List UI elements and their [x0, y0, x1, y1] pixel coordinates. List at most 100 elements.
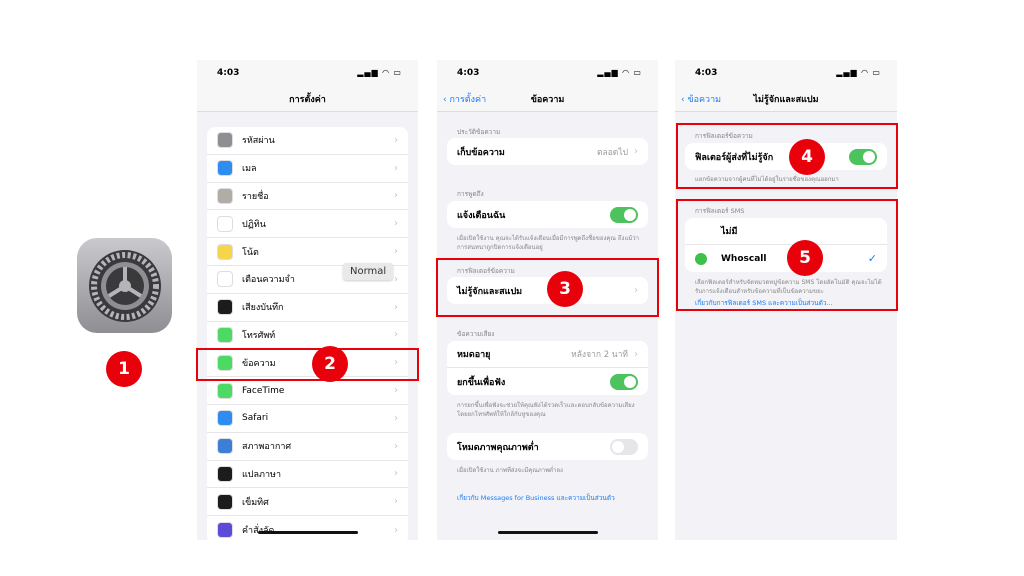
tooltip: Normal: [343, 263, 394, 280]
highlight-box-4: [676, 123, 898, 189]
signal-wifi-battery-icon: ▂▄▆ ◠ ▭: [357, 68, 402, 77]
reminders-icon: [217, 271, 233, 288]
section-footer: เมื่อเปิดใช้งาน คุณจะได้รับแจ้งเตือนเมื่…: [457, 235, 640, 251]
low-quality-toggle[interactable]: [610, 438, 638, 455]
signal-wifi-battery-icon: ▂▄▆ ◠ ▭: [836, 68, 881, 77]
settings-item[interactable]: เข็มทิศ ›: [207, 488, 408, 517]
settings-item-label: FaceTime: [242, 385, 285, 396]
notify-me-row: แจ้งเตือนฉัน: [447, 201, 648, 228]
row-label: ยกขึ้นเพื่อฟัง: [457, 377, 506, 388]
status-time: 4:03: [217, 68, 240, 78]
row-label: เก็บข้อความ: [457, 147, 505, 158]
settings-item-label: รายชื่อ: [242, 191, 269, 202]
signal-wifi-battery-icon: ▂▄▆ ◠ ▭: [597, 68, 642, 77]
settings-item-label: โน้ต: [242, 247, 259, 258]
settings-item-label: แปลภาษา: [242, 469, 282, 480]
settings-item[interactable]: โทรศัพท์ ›: [207, 322, 408, 350]
phone-icon: [217, 326, 233, 343]
settings-item[interactable]: คำสั่งลัด›: [207, 516, 408, 540]
section-label: ข้อความเสียง: [457, 330, 495, 338]
chevron-right-icon: ›: [394, 273, 398, 285]
keep-messages-row[interactable]: เก็บข้อความ ตลอดไป ›: [447, 138, 648, 165]
chevron-right-icon: ›: [394, 162, 398, 174]
step-badge-2: 2: [312, 346, 348, 382]
translate-icon: [217, 465, 233, 482]
notify-me-toggle[interactable]: [610, 206, 638, 223]
business-privacy-link[interactable]: เกี่ยวกับ Messages for Business และความเ…: [457, 493, 615, 503]
chevron-right-icon: ›: [394, 246, 398, 258]
page-title: ข้อความ: [530, 95, 565, 105]
calendar-icon: [217, 215, 233, 232]
home-indicator: [497, 531, 598, 534]
page-title: ไม่รู้จักและสแปม: [753, 95, 819, 105]
key-icon: [217, 132, 233, 149]
notes-icon: [217, 243, 233, 260]
facetime-icon: [217, 382, 233, 399]
status-time: 4:03: [695, 68, 718, 78]
chevron-right-icon: ›: [394, 496, 398, 508]
chevron-right-icon: ›: [394, 440, 398, 452]
chevron-right-icon: ›: [394, 412, 398, 424]
settings-item[interactable]: ปฏิทิน ›: [207, 210, 408, 239]
mail-icon: [217, 160, 233, 177]
settings-screen: การตั้งค่า 4:03 ▂▄▆ ◠ ▭ รหัสผ่าน › เมล › รายช…: [197, 60, 418, 540]
settings-item[interactable]: แปลภาษา ›: [207, 461, 408, 489]
status-time: 4:03: [457, 68, 480, 78]
home-indicator: [257, 531, 358, 534]
row-value: ตลอดไป: [596, 147, 628, 158]
chevron-right-icon: ›: [394, 329, 398, 341]
chevron-right-icon: ›: [394, 468, 398, 480]
settings-item-label: Safari: [242, 413, 269, 424]
raise-to-listen-toggle[interactable]: [610, 373, 638, 390]
page-title: การตั้งค่า: [289, 95, 326, 105]
settings-list: รหัสผ่าน › เมล › รายชื่อ › ปฏิทิน › โน้ต › เตือนคว…: [207, 127, 408, 540]
section-label: การพูดถึง: [457, 190, 484, 198]
chevron-right-icon: ›: [394, 218, 398, 230]
settings-item-label: โทรศัพท์: [242, 330, 276, 341]
settings-item-label: เข็มทิศ: [242, 497, 269, 508]
weather-icon: [217, 438, 233, 455]
expire-row[interactable]: หมดอายุ หลังจาก 2 นาที ›: [447, 341, 648, 368]
step-badge-3: 3: [547, 271, 583, 307]
row-label: หมดอายุ: [457, 350, 491, 360]
settings-item[interactable]: เมล ›: [207, 155, 408, 183]
step-badge-5: 5: [787, 240, 823, 276]
settings-app-icon[interactable]: [77, 238, 172, 333]
row-value: หลังจาก 2 นาที: [571, 350, 628, 360]
settings-item[interactable]: โน้ต ›: [207, 238, 408, 266]
compass-icon: [217, 493, 233, 510]
chevron-right-icon: ›: [634, 146, 638, 157]
step-badge-1: 1: [106, 351, 142, 387]
settings-item-label: ปฏิทิน: [242, 219, 266, 230]
settings-item[interactable]: สภาพอากาศ ›: [207, 433, 408, 461]
voice-memos-icon: [217, 299, 233, 316]
safari-icon: [217, 410, 233, 427]
settings-item-label: รหัสผ่าน: [242, 136, 275, 147]
chevron-right-icon: ›: [394, 524, 398, 536]
settings-item[interactable]: รายชื่อ ›: [207, 183, 408, 211]
status-bar: 4:03 ▂▄▆ ◠ ▭: [197, 68, 418, 82]
settings-item[interactable]: รหัสผ่าน ›: [207, 127, 408, 155]
settings-item-label: เมล: [242, 164, 257, 175]
status-bar: 4:03 ▂▄▆ ◠ ▭: [675, 68, 897, 82]
settings-item-label: สภาพอากาศ: [242, 442, 292, 453]
step-badge-4: 4: [789, 139, 825, 175]
chevron-right-icon: ›: [394, 190, 398, 202]
settings-item[interactable]: Safari ›: [207, 405, 408, 433]
chevron-right-icon: ›: [394, 134, 398, 146]
section-footer: การยกขึ้นเพื่อฟังจะช่วยให้คุณฟังได้รวดเร…: [457, 402, 635, 418]
settings-item[interactable]: FaceTime ›: [207, 377, 408, 405]
section-label: ประวัติข้อความ: [457, 128, 501, 136]
chevron-right-icon: ›: [394, 301, 398, 313]
settings-item[interactable]: เสียงบันทึก ›: [207, 294, 408, 322]
row-label: โหมดภาพคุณภาพต่ำ: [457, 442, 539, 453]
status-bar: 4:03 ▂▄▆ ◠ ▭: [437, 68, 658, 82]
section-footer: เมื่อเปิดใช้งาน ภาพที่ส่งจะมีคุณภาพต่ำลง: [457, 467, 563, 474]
contacts-icon: [217, 187, 233, 204]
settings-item-label: เสียงบันทึก: [242, 303, 284, 314]
row-label: แจ้งเตือนฉัน: [457, 210, 506, 221]
low-quality-row: โหมดภาพคุณภาพต่ำ: [447, 433, 648, 460]
shortcuts-icon: [217, 522, 233, 539]
raise-to-listen-row: ยกขึ้นเพื่อฟัง: [447, 368, 648, 395]
chevron-right-icon: ›: [394, 385, 398, 397]
